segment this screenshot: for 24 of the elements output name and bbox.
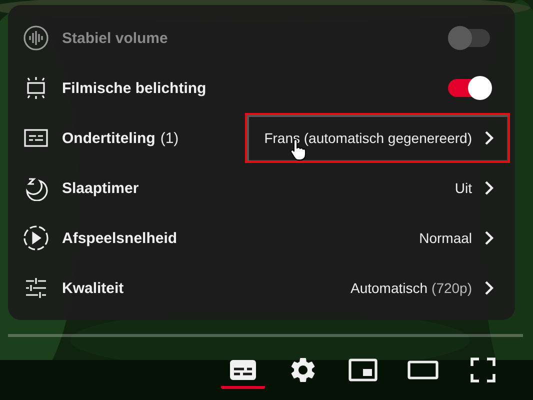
menu-item-label: Afspeelsnelheid — [62, 230, 178, 246]
menu-item-label: Stabiel volume — [62, 30, 168, 46]
toggle-switch[interactable] — [448, 76, 492, 100]
miniplayer-icon — [348, 358, 378, 382]
menu-item-label: Slaaptimer — [62, 180, 139, 196]
menu-item-icon — [23, 225, 49, 251]
chevron-icon — [484, 280, 494, 296]
fullscreen-icon — [470, 356, 496, 382]
menu-item-icon — [23, 25, 49, 51]
chevron-icon — [484, 180, 494, 196]
chevron-icon — [484, 130, 494, 146]
menu-item-icon — [23, 275, 49, 301]
chevron-icon — [484, 230, 494, 246]
submenu-value[interactable]: Normaal — [400, 213, 510, 263]
menu-item-label: Filmische belichting — [62, 80, 206, 96]
item-count: (1) — [160, 130, 179, 146]
submenu-value[interactable]: Uit — [436, 163, 510, 213]
theater-icon — [407, 360, 439, 380]
menu-item-icon — [23, 175, 49, 201]
submenu-value[interactable]: Frans (automatisch gegenereerd) — [245, 113, 510, 163]
menu-item-label: Ondertiteling — [62, 130, 156, 146]
submenu-value[interactable]: Automatisch (720p) — [331, 263, 510, 313]
menu-item-label: Kwaliteit — [62, 280, 124, 296]
subtitles-icon — [229, 358, 257, 380]
